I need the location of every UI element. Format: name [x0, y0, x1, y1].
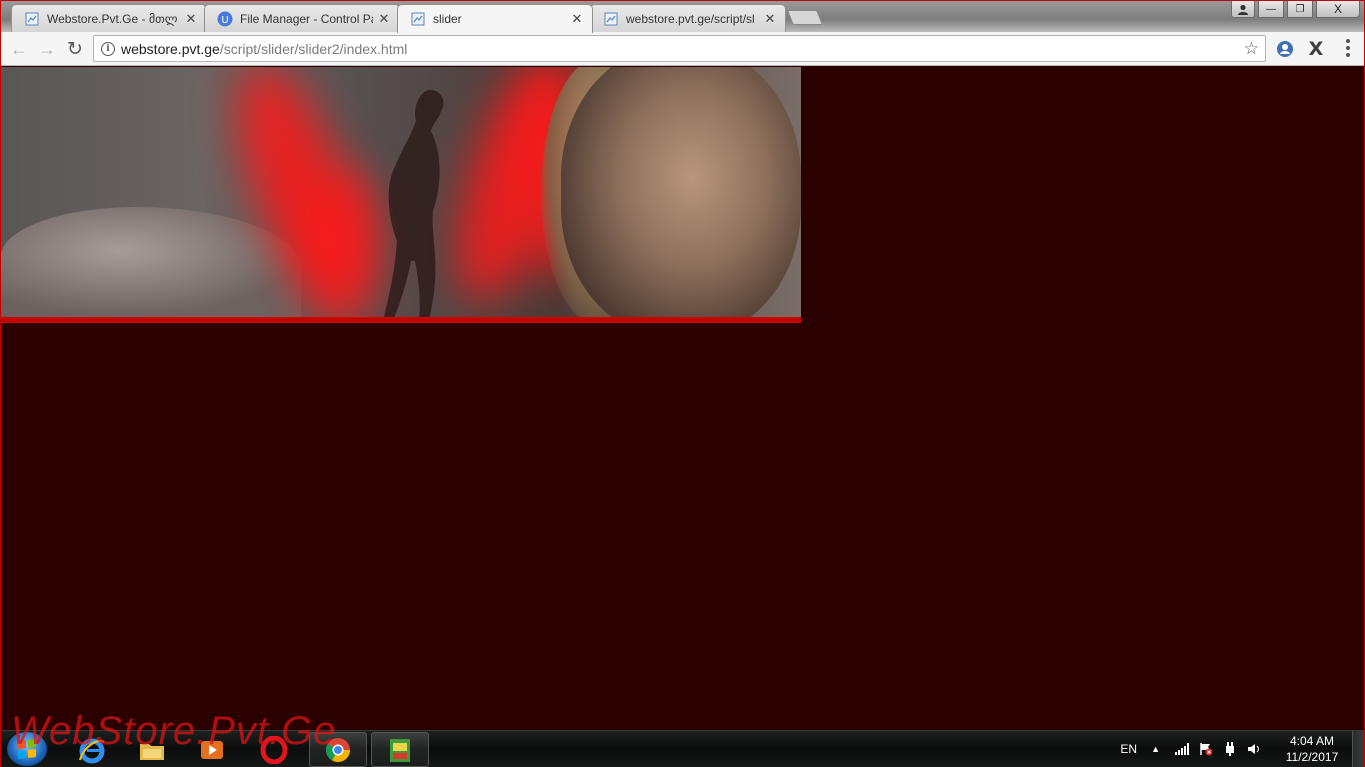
internet-explorer-icon: [79, 738, 105, 763]
chrome-icon: [325, 737, 350, 762]
taskbar-internet-explorer[interactable]: [63, 732, 121, 767]
tab-title: Webstore.Pvt.Ge - მთლ: [47, 11, 178, 26]
start-button[interactable]: [7, 732, 47, 766]
new-tab-button[interactable]: [786, 10, 824, 25]
tab-close-icon[interactable]: ✕: [184, 11, 198, 27]
show-hidden-icons-icon[interactable]: ▲: [1151, 744, 1160, 754]
maximize-button[interactable]: ❐: [1287, 1, 1313, 18]
system-tray: EN ▲ 4:04 AM 11/2/2017: [1120, 731, 1364, 767]
back-button[interactable]: ←: [7, 37, 31, 61]
network-signal-icon[interactable]: [1174, 741, 1190, 757]
taskbar-media-player[interactable]: [183, 732, 241, 767]
taskbar-file-explorer[interactable]: [123, 732, 181, 767]
x-extension-icon: X: [1308, 38, 1324, 60]
volume-icon[interactable]: [1246, 741, 1262, 757]
windows-logo-icon: [18, 739, 36, 759]
address-bar[interactable]: i webstore.pvt.ge/script/slider/slider2/…: [93, 35, 1266, 62]
app-icon: [390, 738, 410, 762]
tab-slider[interactable]: slider ✕: [397, 4, 593, 33]
minimize-button[interactable]: —: [1258, 1, 1284, 18]
taskbar-app[interactable]: [371, 732, 429, 767]
svg-text:U: U: [221, 15, 228, 26]
action-center-flag-icon[interactable]: [1198, 741, 1214, 757]
info-icon[interactable]: i: [101, 41, 115, 56]
opera-icon: [260, 735, 288, 764]
bookmark-star-icon[interactable]: ☆: [1244, 39, 1259, 59]
page-favicon-icon: [410, 11, 426, 27]
media-player-icon: [201, 740, 223, 759]
tab-webstore-script[interactable]: webstore.pvt.ge/script/sl ✕: [590, 4, 786, 32]
profile-button[interactable]: [1231, 1, 1255, 18]
user-icon: [1238, 4, 1248, 15]
clock-date: 11/2/2017: [1285, 750, 1339, 764]
dancer-silhouette: [383, 89, 444, 321]
tab-close-icon[interactable]: ✕: [763, 11, 777, 27]
tab-strip: Webstore.Pvt.Ge - მთლ ✕ U File Manager -…: [1, 1, 1364, 33]
taskbar-opera[interactable]: [245, 732, 303, 767]
reload-icon: ↻: [67, 38, 83, 60]
close-window-button[interactable]: X: [1316, 1, 1360, 18]
slider-image[interactable]: [1, 67, 801, 323]
taskbar-chrome[interactable]: [309, 732, 367, 767]
forward-button[interactable]: →: [35, 37, 59, 61]
extension-circle-icon: [1277, 41, 1293, 57]
system-clock[interactable]: 4:04 AM 11/2/2017: [1282, 733, 1342, 765]
page-favicon-icon: [603, 11, 619, 27]
reload-button[interactable]: ↻: [63, 37, 87, 61]
tab-webstore[interactable]: Webstore.Pvt.Ge - მთლ ✕: [11, 4, 207, 32]
taskbar: EN ▲ 4:04 AM 11/2/2017: [1, 730, 1364, 767]
power-plug-icon[interactable]: [1222, 741, 1238, 757]
tab-title: File Manager - Control Pa: [240, 11, 373, 26]
tab-title: webstore.pvt.ge/script/sl: [626, 11, 755, 26]
browser-toolbar: ← → ↻ i webstore.pvt.ge/script/slider/sl…: [1, 32, 1364, 66]
arrow-left-icon: ←: [10, 38, 28, 59]
extension-x-button[interactable]: X: [1306, 38, 1326, 60]
slider-bottom-bar: [1, 317, 801, 323]
tab-close-icon[interactable]: ✕: [377, 11, 391, 27]
folder-icon: [140, 743, 164, 760]
tab-title: slider: [433, 12, 462, 26]
page-favicon-icon: [24, 11, 40, 27]
u-favicon-icon: U: [217, 11, 233, 27]
language-indicator[interactable]: EN: [1120, 742, 1137, 756]
url-host: webstore.pvt.ge: [121, 40, 220, 57]
clock-time: 4:04 AM: [1289, 734, 1335, 748]
extension-button[interactable]: [1275, 39, 1295, 59]
window-controls: — ❐ X: [1231, 1, 1364, 18]
show-desktop-button[interactable]: [1352, 731, 1364, 767]
url-path: /script/slider/slider2/index.html: [219, 40, 408, 57]
tab-close-icon[interactable]: ✕: [570, 11, 584, 27]
page-content: [1, 67, 1364, 730]
chrome-menu-icon[interactable]: [1341, 38, 1355, 58]
arrow-right-icon: →: [38, 38, 56, 59]
tab-file-manager[interactable]: U File Manager - Control Pa ✕: [204, 4, 400, 32]
